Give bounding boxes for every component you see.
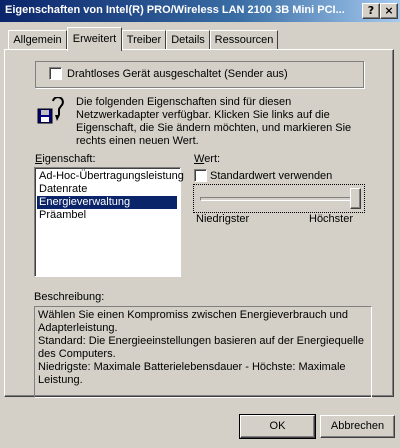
description-box: Wählen Sie einen Kompromiss zwischen Ene… <box>34 306 372 398</box>
tab-treiber[interactable]: Treiber <box>122 30 166 50</box>
power-slider[interactable] <box>193 184 365 213</box>
list-item[interactable]: Datenrate <box>37 183 177 196</box>
title-bar[interactable]: Eigenschaften von Intel(R) PRO/Wireless … <box>0 0 400 22</box>
description-line: Standard: Die Energieeinstellungen basie… <box>38 335 364 347</box>
list-item[interactable]: Ad-Hoc-Übertragungsleistung <box>37 170 184 183</box>
default-value-label[interactable]: Standardwert verwenden <box>210 170 332 182</box>
slider-min-label: Niedrigster <box>196 213 250 225</box>
cancel-button[interactable]: Abbrechen <box>320 415 395 438</box>
description-line: Leistung. <box>38 374 83 386</box>
description-label: Beschreibung: <box>34 291 105 303</box>
window-title: Eigenschaften von Intel(R) PRO/Wireless … <box>5 4 345 16</box>
radio-off-label[interactable]: Drahtloses Gerät ausgeschaltet (Sender a… <box>67 68 288 80</box>
ok-button[interactable]: OK <box>239 414 316 439</box>
description-line: Adapterleistung. <box>38 322 118 334</box>
slider-thumb[interactable] <box>350 188 361 209</box>
network-adapter-icon <box>36 96 66 127</box>
description-line: Wählen Sie einen Kompromiss zwischen Ene… <box>38 309 348 321</box>
radio-off-checkbox[interactable] <box>49 67 62 80</box>
list-item[interactable]: Präambel <box>37 209 177 222</box>
tab-details[interactable]: Details <box>166 30 210 50</box>
tab-ressourcen[interactable]: Ressourcen <box>210 30 278 50</box>
tab-allgemein[interactable]: Allgemein <box>8 30 67 50</box>
description-line: Niedrigste: Maximale Batterielebensdauer… <box>38 361 346 373</box>
slider-track <box>200 197 358 201</box>
property-list[interactable]: Ad-Hoc-Übertragungsleistung Datenrate En… <box>34 167 184 277</box>
default-value-checkbox[interactable] <box>194 169 207 182</box>
info-text: Die folgenden Eigenschaften sind für die… <box>76 96 352 147</box>
help-button[interactable]: ? <box>362 3 380 19</box>
list-item[interactable]: Energieverwaltung <box>37 196 177 209</box>
value-label: Wert: <box>194 153 221 165</box>
tab-erweitert[interactable]: Erweitert <box>67 27 122 51</box>
close-button[interactable]: × <box>380 3 398 19</box>
slider-max-label: Höchster <box>309 213 354 225</box>
description-line: des Computers. <box>38 348 116 360</box>
property-label: Eigenschaft: <box>35 153 96 165</box>
